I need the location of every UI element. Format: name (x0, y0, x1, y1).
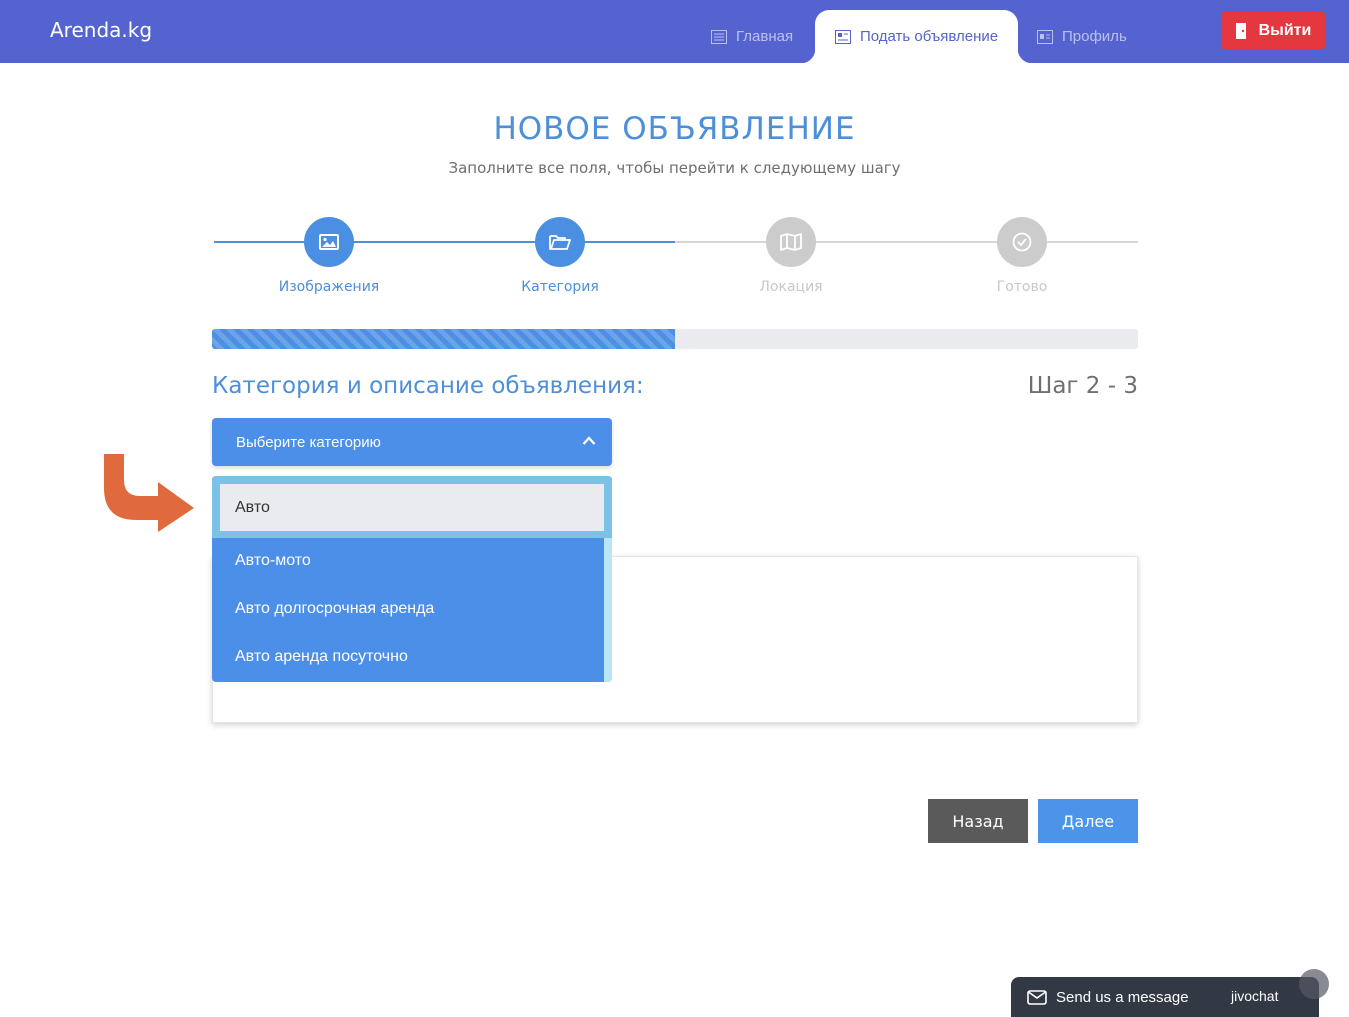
id-card-icon (1037, 29, 1053, 44)
step-counter: Шаг 2 - 3 (1027, 373, 1138, 399)
chat-label: Send us a message (1056, 988, 1189, 1006)
image-icon (319, 234, 339, 250)
nav-profile-label: Профиль (1062, 28, 1127, 45)
logout-button[interactable]: Выйти (1221, 12, 1325, 49)
newspaper-icon (835, 29, 851, 44)
dropdown-option-daily-rent[interactable]: Авто аренда посуточно (235, 648, 408, 666)
site-logo[interactable]: Arenda.kg (50, 18, 152, 42)
step-location-circle[interactable] (766, 217, 816, 267)
step-done-circle[interactable] (997, 217, 1047, 267)
chat-brand: jivochat (1231, 988, 1279, 1004)
step-images-label: Изображения (278, 279, 380, 295)
step-images-circle[interactable] (304, 217, 354, 267)
dropdown-option-long-term-rent[interactable]: Авто долгосрочная аренда (235, 600, 434, 618)
nav-home-label: Главная (736, 28, 794, 45)
logout-label: Выйти (1258, 21, 1312, 39)
chevron-up-icon (582, 436, 596, 445)
page-subtitle: Заполните все поля, чтобы перейти к след… (448, 159, 901, 177)
progress-bar (212, 329, 1138, 349)
envelope-icon (1027, 989, 1047, 1005)
folder-open-icon (549, 235, 571, 250)
step-category-circle[interactable] (535, 217, 585, 267)
dropdown-option-avto-moto[interactable]: Авто-мото (235, 552, 311, 570)
step-category-label: Категория (521, 279, 599, 295)
chat-widget[interactable]: Send us a message jivochat (1011, 969, 1329, 1017)
dropdown-option-avto[interactable]: Авто (220, 484, 604, 531)
category-select-label: Выберите категорию (236, 433, 381, 451)
check-circle-icon (1012, 232, 1032, 252)
step-done-label: Готово (996, 279, 1048, 295)
progress-bar-fill (212, 329, 675, 349)
nav-profile[interactable]: Профиль (1037, 10, 1127, 63)
category-dropdown: Авто Авто-мото Авто долгосрочная аренда … (212, 476, 612, 682)
next-button[interactable]: Далее (1038, 799, 1138, 843)
step-location-label: Локация (759, 279, 823, 295)
stepper-line-pending (675, 241, 1138, 243)
door-icon (1235, 22, 1246, 39)
section-title: Категория и описание объявления: (212, 373, 644, 399)
dropdown-option-highlighted[interactable]: Авто (212, 476, 612, 538)
page-title: НОВОЕ ОБЪЯВЛЕНИЕ (493, 111, 856, 147)
stepper-line-done (214, 241, 675, 243)
curved-arrow-icon (104, 454, 194, 532)
top-navbar: Arenda.kg Главная Подать объявление Проф… (0, 0, 1349, 63)
newspaper-icon (711, 29, 727, 44)
nav-post-ad[interactable]: Подать объявление (801, 10, 1032, 63)
map-icon (780, 233, 802, 251)
nav-home[interactable]: Главная (711, 10, 793, 63)
category-select[interactable]: Выберите категорию (212, 418, 612, 466)
chat-corner-decoration (1299, 969, 1329, 999)
back-button[interactable]: Назад (928, 799, 1028, 843)
nav-post-ad-label: Подать объявление (860, 28, 999, 45)
